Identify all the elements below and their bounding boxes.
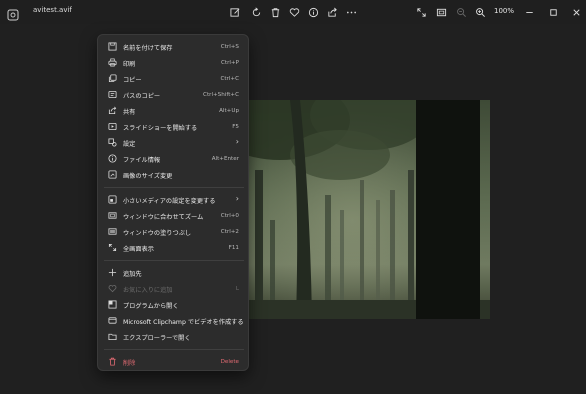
- menu-item-shortcut: Alt+Enter: [211, 155, 239, 162]
- menu-item-print[interactable]: 印刷 Ctrl+P: [102, 55, 246, 70]
- menu-item-label: コピー: [123, 77, 142, 84]
- menu-item-shortcut: Ctrl+P: [220, 59, 239, 66]
- folder-icon: [108, 332, 117, 341]
- copy-icon: [108, 74, 117, 83]
- menu-separator: [104, 260, 244, 261]
- info-icon[interactable]: [306, 5, 320, 19]
- menu-item-label: エクスプローラーで開く: [123, 335, 191, 342]
- delete-icon[interactable]: [268, 5, 282, 19]
- menu-item-shortcut: Ctrl+2: [220, 228, 239, 235]
- settings-icon: [108, 138, 117, 147]
- menu-item-label: 小さいメディアの設定を変更する: [123, 198, 216, 205]
- rotate-icon[interactable]: [249, 5, 263, 19]
- menu-item-share[interactable]: 共有 Alt+Up: [102, 103, 246, 118]
- menu-item-clipchamp[interactable]: Microsoft Clipchamp でビデオを作成する: [102, 313, 246, 328]
- save-icon: [108, 42, 117, 51]
- close-icon[interactable]: [569, 5, 583, 19]
- menu-item-open-with[interactable]: プログラムから開く: [102, 297, 246, 312]
- maximize-icon[interactable]: [546, 5, 560, 19]
- menu-item-label: 全画面表示: [123, 246, 154, 253]
- more-icon[interactable]: [344, 5, 358, 19]
- menu-item-resize[interactable]: 画像のサイズ変更: [102, 167, 246, 182]
- menu-item-fill-window[interactable]: ウィンドウの塗りつぶし Ctrl+2: [102, 224, 246, 239]
- menu-item-add-to[interactable]: 追加先: [102, 265, 246, 280]
- menu-item-shortcut: F5: [232, 123, 239, 130]
- menu-item-copy[interactable]: コピー Ctrl+C: [102, 71, 246, 86]
- clipchamp-icon: [108, 316, 117, 325]
- menu-item-label: 画像のサイズ変更: [123, 173, 173, 180]
- chevron-right-icon: ›: [235, 194, 239, 203]
- menu-item-label: Microsoft Clipchamp でビデオを作成する: [123, 319, 244, 326]
- menu-item-slideshow[interactable]: スライドショーを開始する F5: [102, 119, 246, 134]
- small-media-icon: [108, 195, 117, 204]
- menu-item-label: 共有: [123, 109, 136, 116]
- minimize-icon[interactable]: [522, 5, 536, 19]
- menu-item-file-info[interactable]: ファイル情報 Alt+Enter: [102, 151, 246, 166]
- menu-item-settings[interactable]: 設定 ›: [102, 135, 246, 150]
- menu-item-shortcut: Ctrl+Shift+C: [203, 91, 239, 98]
- share-icon[interactable]: [325, 5, 339, 19]
- zoom-fit-icon: [108, 211, 117, 220]
- menu-item-label: プログラムから開く: [123, 303, 179, 310]
- menu-separator: [104, 349, 244, 350]
- menu-item-shortcut: Ctrl+S: [220, 43, 239, 50]
- menu-item-shortcut: F11: [228, 244, 239, 251]
- menu-item-label: ウィンドウの塗りつぶし: [123, 230, 192, 237]
- menu-item-delete[interactable]: 削除 Delete: [102, 354, 246, 369]
- edit-icon[interactable]: [228, 5, 242, 19]
- fullscreen-icon[interactable]: [414, 5, 428, 19]
- menu-item-label: お気に入りに追加: [123, 287, 173, 294]
- menu-item-shortcut: Ctrl+C: [220, 75, 239, 82]
- menu-item-label: スライドショーを開始する: [123, 125, 198, 132]
- open-with-icon: [108, 300, 117, 309]
- chevron-right-icon: ›: [235, 137, 239, 146]
- share-icon: [108, 106, 117, 115]
- menu-item-zoom-to-window[interactable]: ウィンドウに合わせてズーム Ctrl+0: [102, 208, 246, 223]
- menu-item-shortcut: Ctrl+0: [220, 212, 239, 219]
- menu-item-label: ファイル情報: [123, 157, 161, 164]
- menu-item-label: パスのコピー: [123, 93, 161, 100]
- print-icon: [108, 58, 117, 67]
- favorite-icon[interactable]: [287, 5, 301, 19]
- menu-item-copy-path[interactable]: パスのコピー Ctrl+Shift+C: [102, 87, 246, 102]
- menu-item-label: ウィンドウに合わせてズーム: [123, 214, 204, 221]
- menu-item-label: 名前を付けて保存: [123, 45, 173, 52]
- resize-icon: [108, 170, 117, 179]
- menu-item-shortcut: Alt+Up: [219, 107, 239, 114]
- menu-item-label: 追加先: [123, 271, 142, 278]
- info-icon: [108, 154, 117, 163]
- delete-icon: [108, 357, 117, 366]
- fit-icon[interactable]: [434, 5, 448, 19]
- zoom-out-icon[interactable]: [454, 5, 468, 19]
- fill-window-icon: [108, 227, 117, 236]
- menu-item-label: 設定: [123, 141, 136, 148]
- zoom-in-icon[interactable]: [473, 5, 487, 19]
- zoom-level: 100%: [494, 7, 515, 15]
- photos-app-icon: [7, 6, 19, 21]
- menu-item-save-as[interactable]: 名前を付けて保存 Ctrl+S: [102, 39, 246, 54]
- menu-separator: [104, 187, 244, 188]
- menu-item-shortcut: Delete: [220, 358, 239, 365]
- fullscreen-icon: [108, 243, 117, 252]
- menu-item-label: 印刷: [123, 61, 136, 68]
- menu-item-label: 削除: [123, 360, 136, 367]
- menu-item-small-media-settings[interactable]: 小さいメディアの設定を変更する ›: [102, 192, 246, 207]
- menu-item-shortcut: L: [235, 285, 239, 292]
- menu-item-add-to-favorites: お気に入りに追加 L: [102, 281, 246, 296]
- menu-item-fullscreen[interactable]: 全画面表示 F11: [102, 240, 246, 255]
- forest-photo: [240, 100, 490, 319]
- copy-path-icon: [108, 90, 117, 99]
- favorite-icon: [108, 284, 117, 293]
- file-name: avitest.avif: [33, 6, 72, 14]
- menu-item-open-in-explorer[interactable]: エクスプローラーで開く: [102, 329, 246, 344]
- slideshow-icon: [108, 122, 117, 131]
- context-menu: 名前を付けて保存 Ctrl+S 印刷 Ctrl+P コピー Ctrl+C パスの…: [97, 34, 249, 371]
- add-icon: [108, 268, 117, 277]
- title-bar: avitest.avif 100%: [0, 0, 586, 24]
